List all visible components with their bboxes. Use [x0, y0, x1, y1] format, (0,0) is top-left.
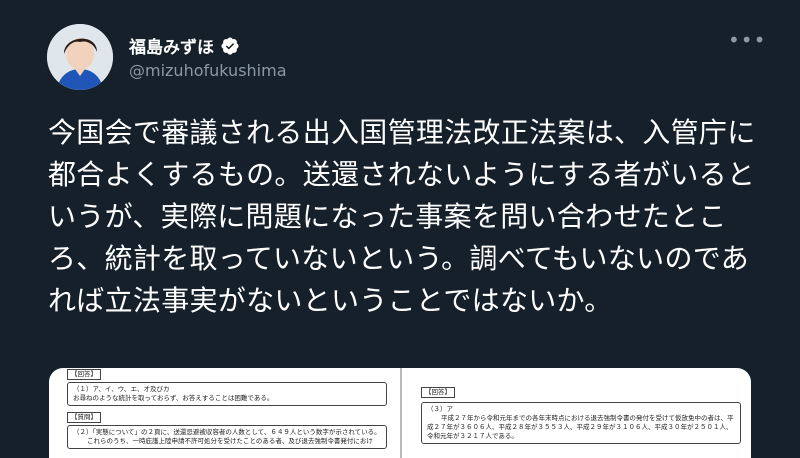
question-line: これらのうち、一時庇護上陸申請不許可処分を受けたことのある者、及び退去強制令書発… — [87, 437, 373, 445]
avatar-photo — [47, 24, 113, 90]
page-divider — [400, 368, 402, 458]
answer-line: 成２７年が３６０６人、平成２８年が３５５３人、平成２９年が３１０６人、平成３０年… — [427, 423, 733, 431]
document-left-page: 【回答】 （１）ア、イ、ウ、エ、オ及びカ お尋ねのような統計を取っておらず、お答… — [67, 368, 387, 449]
author-name[interactable]: 福島みずほ — [129, 33, 214, 58]
question-tag: 【質問】 — [67, 412, 101, 423]
question-line: （２）「実態について」の２頁に、送還忌避被収容者の人数として、６４９人という数字… — [73, 428, 381, 436]
document-right-page: 【回答】 （３）ア 平成２７年から令和元年までの各年末時点における退去強制令書の… — [421, 368, 741, 444]
answer-tag: 【回答】 — [421, 387, 455, 398]
verified-badge-icon — [221, 36, 239, 55]
author-avatar[interactable] — [47, 24, 113, 90]
answer-line: （３）ア — [427, 405, 453, 413]
question-box: （２）「実態について」の２頁に、送還忌避被収容者の人数として、６４９人という数字… — [67, 425, 387, 449]
tweet-text: 今国会で審議される出入国管理法改正法案は、入管庁に都合よくするもの。送還されない… — [48, 116, 756, 317]
answer-line: 平成２７年から令和元年までの各年末時点における退去強制令書の発付を受けて仮放免中… — [441, 414, 734, 422]
answer-box: （３）ア 平成２７年から令和元年までの各年末時点における退去強制令書の発付を受け… — [421, 402, 741, 444]
answer-tag: 【回答】 — [67, 369, 101, 380]
answer-line: お尋ねのような統計を取っておらず、お答えすることは困難である。 — [73, 394, 274, 402]
tweet-media-image[interactable]: 【回答】 （１）ア、イ、ウ、エ、オ及びカ お尋ねのような統計を取っておらず、お答… — [49, 368, 751, 458]
answer-line: 令和元年が３２１７人である。 — [427, 432, 518, 440]
answer-box: （１）ア、イ、ウ、エ、オ及びカ お尋ねのような統計を取っておらず、お答えすること… — [67, 382, 387, 406]
author-name-row: 福島みずほ — [129, 33, 240, 58]
author-handle[interactable]: @mizuhofukushima — [129, 61, 287, 80]
answer-line: （１）ア、イ、ウ、エ、オ及びカ — [73, 385, 170, 393]
more-options-icon[interactable]: ••• — [728, 30, 766, 50]
